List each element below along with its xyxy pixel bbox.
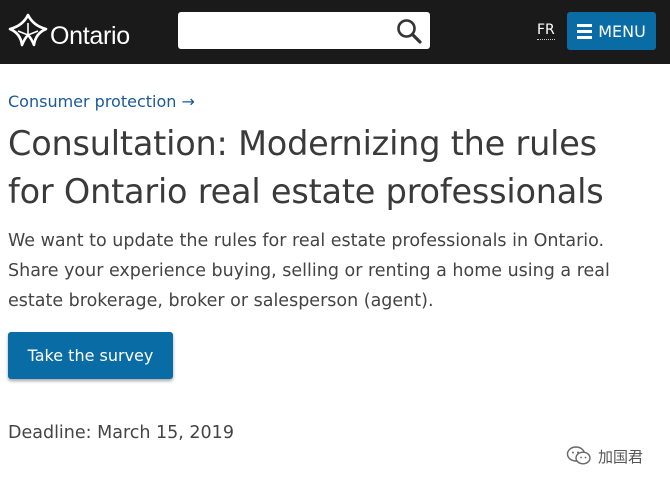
language-toggle[interactable]: FR (537, 22, 555, 40)
watermark: 加国君 (566, 445, 643, 467)
search-icon (397, 19, 422, 44)
page-title: Consultation: Modernizing the rules for … (8, 124, 604, 211)
menu-icon (577, 23, 593, 39)
deadline-text: Deadline: March 15, 2019 (8, 423, 234, 443)
take-survey-button[interactable]: Take the survey (8, 332, 173, 379)
search-box (178, 12, 430, 49)
watermark-label: 加国君 (598, 447, 644, 466)
search-button[interactable] (394, 16, 424, 46)
breadcrumb-consumer-protection[interactable]: Consumer protection → (8, 92, 195, 111)
menu-label: MENU (598, 21, 646, 41)
ontario-logo[interactable]: Ontario (8, 10, 130, 54)
trillium-logo-icon (8, 13, 48, 47)
search-input[interactable] (178, 12, 388, 49)
wechat-icon (566, 446, 591, 465)
logo-text: Ontario (50, 21, 130, 50)
menu-button[interactable]: MENU (567, 12, 656, 50)
page-lead: We want to update the rules for real est… (8, 231, 610, 311)
site-header: Ontario FR MENU (0, 0, 670, 64)
